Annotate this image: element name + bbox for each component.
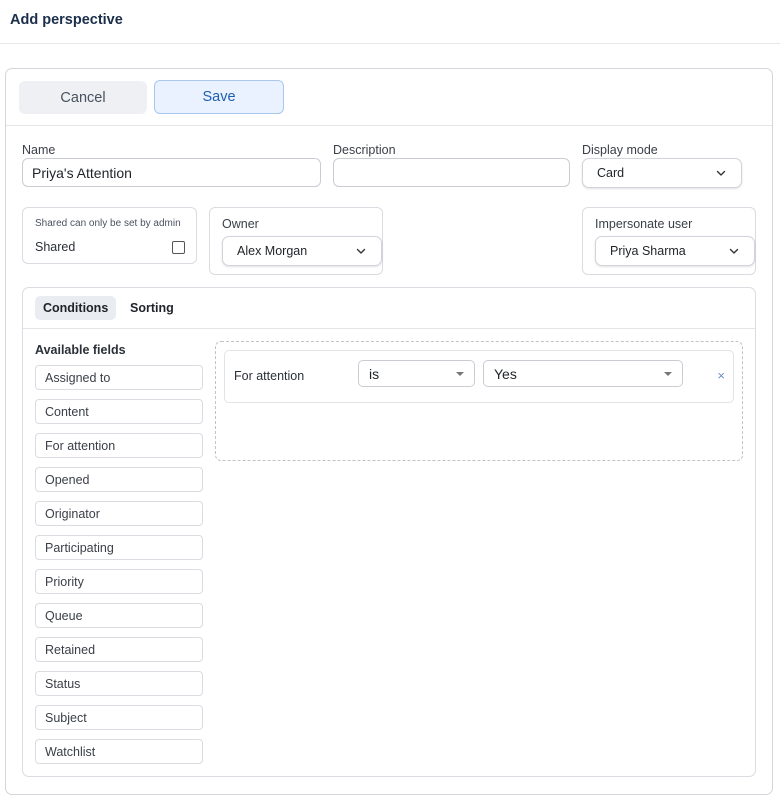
display-mode-select[interactable]: Card <box>582 158 742 188</box>
field-retained[interactable]: Retained <box>35 637 203 662</box>
owner-value: Alex Morgan <box>237 244 308 258</box>
owner-label: Owner <box>222 217 259 231</box>
name-input[interactable]: Priya's Attention <box>22 158 321 187</box>
field-opened[interactable]: Opened <box>35 467 203 492</box>
condition-value-select[interactable]: Yes <box>483 360 683 387</box>
shared-checkbox[interactable] <box>172 241 185 254</box>
impersonate-select[interactable]: Priya Sharma <box>595 236 755 266</box>
caret-down-icon <box>664 371 672 376</box>
condition-operator-value: is <box>369 365 380 382</box>
display-mode-label: Display mode <box>582 143 658 157</box>
condition-operator-select[interactable]: is <box>358 360 475 387</box>
toolbar-divider <box>6 125 772 126</box>
field-subject[interactable]: Subject <box>35 705 203 730</box>
tabs-divider <box>23 328 755 329</box>
field-for-attention[interactable]: For attention <box>35 433 203 458</box>
description-input[interactable] <box>333 158 570 187</box>
field-participating[interactable]: Participating <box>35 535 203 560</box>
impersonate-value: Priya Sharma <box>610 244 686 258</box>
available-fields-title: Available fields <box>35 343 126 357</box>
impersonate-label: Impersonate user <box>595 217 693 231</box>
field-assigned-to[interactable]: Assigned to <box>35 365 203 390</box>
shared-card: Shared can only be set by admin Shared <box>22 207 197 264</box>
save-button[interactable]: Save <box>154 80 284 114</box>
condition-row: For attention is Yes × <box>224 350 734 403</box>
impersonate-card: Impersonate user Priya Sharma <box>582 207 756 275</box>
description-label: Description <box>333 143 396 157</box>
chevron-down-icon <box>728 245 740 257</box>
display-mode-value: Card <box>597 166 625 180</box>
condition-value: Yes <box>494 365 517 382</box>
field-status[interactable]: Status <box>35 671 203 696</box>
field-originator[interactable]: Originator <box>35 501 203 526</box>
field-watchlist[interactable]: Watchlist <box>35 739 203 764</box>
tab-sorting[interactable]: Sorting <box>122 296 182 320</box>
chevron-down-icon <box>355 245 367 257</box>
cancel-button[interactable]: Cancel <box>19 81 147 114</box>
name-label: Name <box>22 143 56 157</box>
conditions-sorting-card: Conditions Sorting Available fields Assi… <box>22 287 756 777</box>
field-content[interactable]: Content <box>35 399 203 424</box>
caret-down-icon <box>456 371 464 376</box>
field-priority[interactable]: Priority <box>35 569 203 594</box>
page-title: Add perspective <box>10 12 123 28</box>
chevron-down-icon <box>715 167 727 179</box>
shared-note: Shared can only be set by admin <box>35 218 181 229</box>
title-divider <box>0 43 780 44</box>
field-queue[interactable]: Queue <box>35 603 203 628</box>
shared-label: Shared <box>35 240 76 254</box>
tab-conditions[interactable]: Conditions <box>35 296 117 320</box>
remove-condition-icon[interactable]: × <box>717 368 725 383</box>
owner-card: Owner Alex Morgan <box>209 207 383 275</box>
owner-select[interactable]: Alex Morgan <box>222 236 382 266</box>
name-input-value: Priya's Attention <box>32 164 132 181</box>
conditions-dropzone[interactable]: For attention is Yes × <box>215 341 743 461</box>
condition-field-label: For attention <box>234 369 305 383</box>
perspective-form-panel: Cancel Save Name Priya's Attention Descr… <box>5 68 773 795</box>
